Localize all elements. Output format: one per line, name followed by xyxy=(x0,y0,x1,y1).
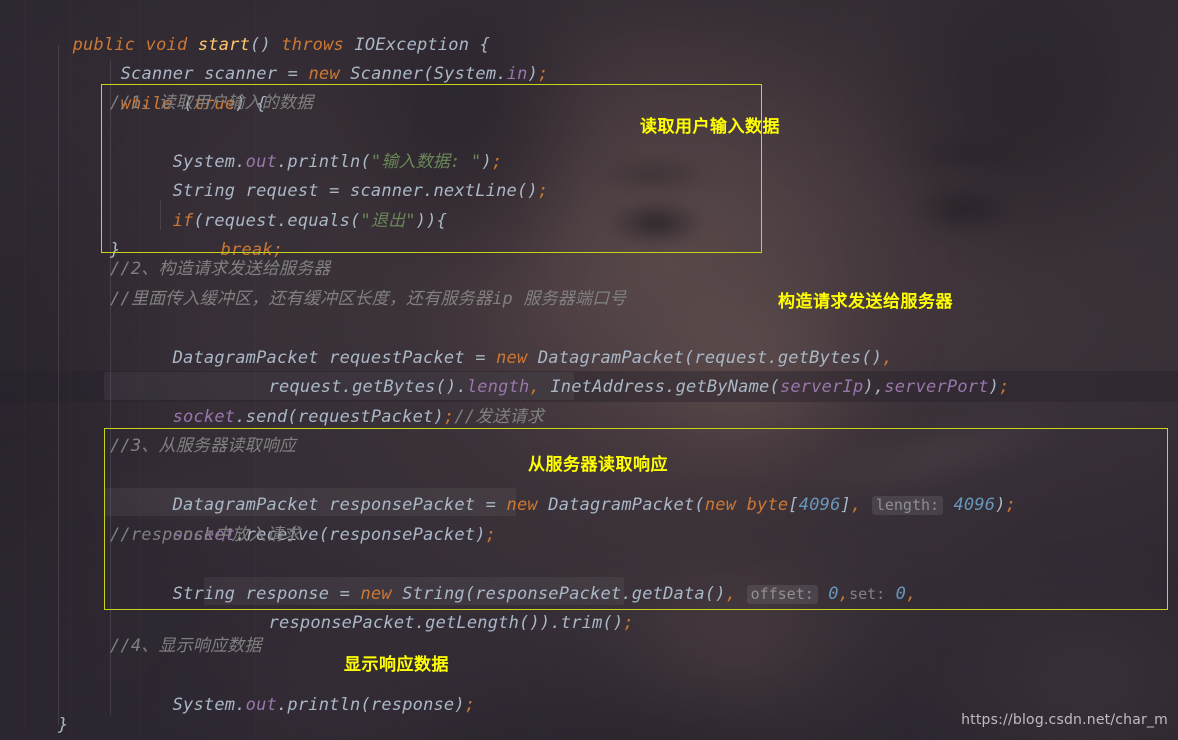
token-param-serverip-13: serverIp xyxy=(779,377,864,397)
token-system-2: System. xyxy=(433,64,507,84)
token-semi-22: ; xyxy=(464,695,476,715)
token-number-4096a-16: 4096 xyxy=(798,495,841,515)
token-comma-16: , xyxy=(850,495,862,515)
annotation-label-show-response: 显示响应数据 xyxy=(344,655,449,675)
token-keyword-new2-16: new xyxy=(704,495,737,515)
token-paren-open-22: ( xyxy=(360,695,371,715)
token-type-byte-16: byte xyxy=(746,495,789,515)
token-paren-close-2: ) xyxy=(527,64,539,84)
token-paren-close-22: ) xyxy=(454,695,465,715)
token-paren-close-16: ) xyxy=(995,495,1006,515)
token-call-trim-20: ).trim() xyxy=(539,613,624,633)
param-hint-length: length: xyxy=(871,496,944,515)
token-comma-19: , xyxy=(725,583,737,604)
token-system-22: System. xyxy=(172,695,246,715)
token-semi-20: ; xyxy=(623,613,634,633)
token-param-serverport-13: serverPort xyxy=(884,377,989,397)
code-line-10-comment: //2、构造请求发送给服务器 xyxy=(110,259,331,279)
token-ctor-datagrampacket-16: DatagramPacket xyxy=(548,495,695,515)
code-line-18-comment: //response中放入请求 xyxy=(110,524,301,545)
annotation-label-read-input: 读取用户输入数据 xyxy=(640,117,780,137)
token-call-send-14: .send(requestPacket) xyxy=(235,406,444,427)
token-comment-14: //发送请求 xyxy=(454,406,545,427)
code-line-21-comment: //4、显示响应数据 xyxy=(110,636,262,656)
token-inetaddress-13: InetAddress.getByName( xyxy=(550,377,780,397)
param-hint-offset-ghost: set: xyxy=(849,584,886,603)
token-comma3-19: , xyxy=(906,583,917,604)
token-comma2-19: , xyxy=(838,583,850,604)
token-keyword-new-16: new xyxy=(506,495,538,515)
token-paren-close-13: ) xyxy=(988,377,1000,397)
token-field-socket-14: socket xyxy=(172,406,236,427)
annotation-label-read-response: 从服务器读取响应 xyxy=(528,455,668,475)
code-line-4-comment: //1、读取用户输入的数据 xyxy=(110,93,314,113)
token-semi-16: ; xyxy=(1005,495,1017,515)
code-line-15-comment: //3、从服务器读取响应 xyxy=(110,436,297,456)
token-number-zero-19: 0 xyxy=(828,583,839,604)
token-number-4096b-16: 4096 xyxy=(953,495,996,515)
token-bracket-close-16: ] xyxy=(840,495,851,515)
token-ctor-scanner: Scanner xyxy=(350,64,424,84)
token-semi-6: ; xyxy=(537,181,549,201)
watermark-url: https://blog.csdn.net/char_m xyxy=(961,712,1168,728)
token-paren-open-16: ( xyxy=(694,495,705,515)
token-string-7: "退出" xyxy=(360,210,416,231)
token-arg-response-22: response xyxy=(370,695,455,715)
token-paren-open-2: ( xyxy=(423,64,434,84)
token-number-zero-ghost-19: 0 xyxy=(895,583,907,604)
token-keyword-new-2: new xyxy=(308,64,340,84)
token-semi-17: ; xyxy=(485,524,497,545)
token-field-in: in xyxy=(506,64,528,84)
token-brace-open-7: { xyxy=(436,210,448,231)
token-arg-getlength-20: responsePacket.getLength() xyxy=(268,613,540,633)
token-semi-14: ; xyxy=(443,406,455,427)
token-semi-2: ; xyxy=(538,64,549,84)
code-line-23[interactable]: } xyxy=(58,711,68,740)
token-paren-close-7: )) xyxy=(415,210,437,231)
token-eq-2: = xyxy=(287,64,299,84)
token-field-out-22: out xyxy=(245,695,277,715)
token-bracket-open-16: [ xyxy=(788,495,799,515)
code-screenshot-stage: public void start() throws IOException {… xyxy=(0,0,1178,740)
token-semi-13: ; xyxy=(999,377,1010,397)
code-editor-content[interactable]: public void start() throws IOException {… xyxy=(0,0,1178,740)
annotation-label-build-request: 构造请求发送给服务器 xyxy=(778,292,953,312)
token-method-println-22: .println xyxy=(276,695,361,715)
token-comma2-13: ), xyxy=(863,377,885,397)
code-line-11-comment: //里面传入缓冲区，还有缓冲区长度，还有服务器ip 服务器端口号 xyxy=(110,288,627,309)
param-hint-offset: offset: xyxy=(746,584,818,604)
